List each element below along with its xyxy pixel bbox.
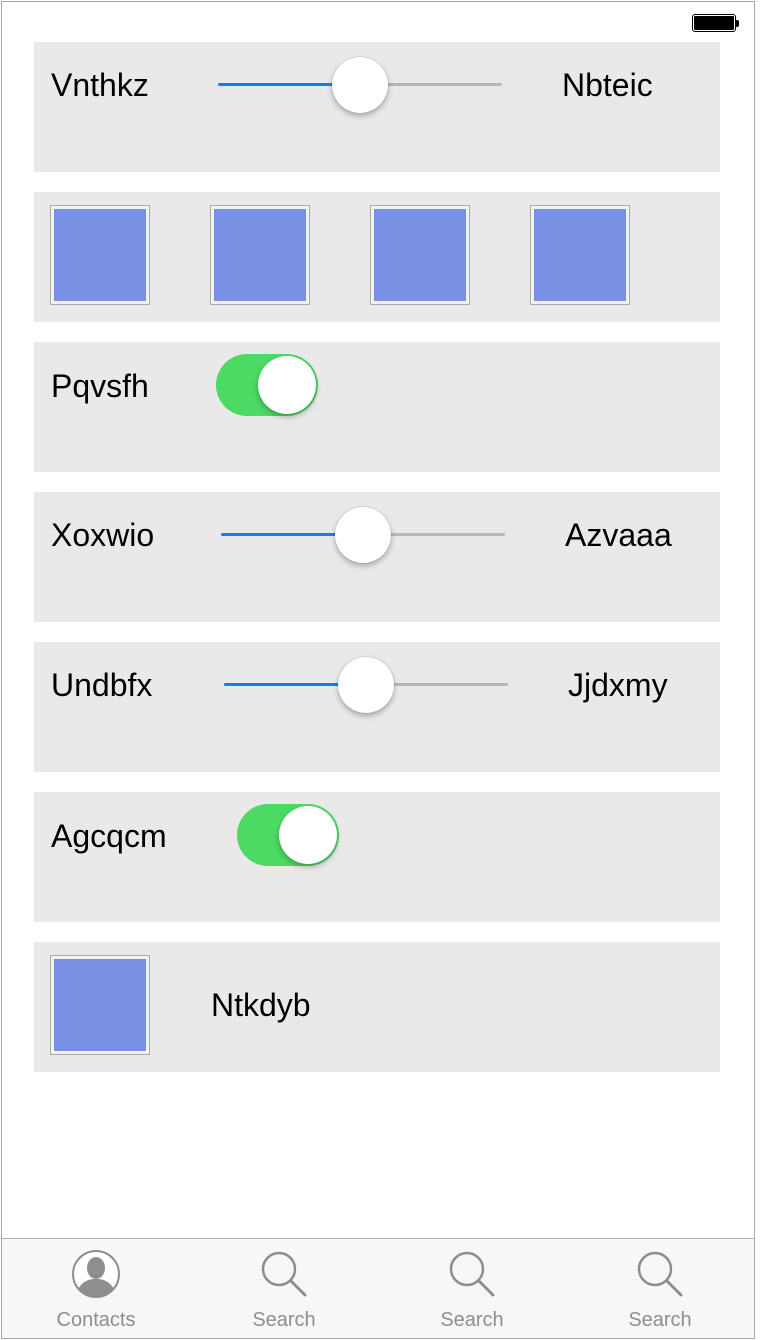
- slider-thumb[interactable]: [338, 657, 394, 713]
- image-label: Ntkdyb: [211, 987, 311, 1023]
- slider-left-label: Undbfx: [51, 667, 153, 703]
- toggle-row-pqvsfh: Pqvsfh: [34, 342, 720, 472]
- slider-vnthkz[interactable]: [218, 57, 502, 113]
- toggle-row-agcqcm: Agcqcm: [34, 792, 720, 922]
- slider-thumb[interactable]: [335, 507, 391, 563]
- toggle-label: Pqvsfh: [51, 368, 149, 404]
- image-label-row-ntkdyb: Ntkdyb: [34, 942, 720, 1072]
- contacts-icon: [72, 1250, 120, 1298]
- search-icon: [261, 1251, 307, 1297]
- slider-row-xoxwio: Xoxwio Azvaaa: [34, 492, 720, 622]
- tab-search-1[interactable]: Search: [190, 1239, 378, 1338]
- slider-thumb[interactable]: [332, 57, 388, 113]
- slider-right-label: Nbteic: [562, 67, 653, 103]
- tab-label: Contacts: [56, 1309, 136, 1331]
- image-placeholder-4[interactable]: [530, 205, 630, 305]
- slider-undbfx[interactable]: [224, 657, 508, 713]
- tab-label: Search: [440, 1309, 504, 1331]
- search-icon: [449, 1251, 495, 1297]
- tab-label: Search: [252, 1309, 316, 1331]
- toggle-switch-agcqcm[interactable]: [237, 804, 339, 866]
- tab-label: Search: [628, 1309, 692, 1331]
- image-placeholder-3[interactable]: [370, 205, 470, 305]
- slider-xoxwio[interactable]: [221, 507, 505, 563]
- tab-bar: Contacts Search Search Search: [2, 1238, 754, 1338]
- slider-left-label: Xoxwio: [51, 517, 155, 553]
- slider-left-label: Vnthkz: [51, 67, 149, 103]
- slider-row-undbfx: Undbfx Jjdxmy: [34, 642, 720, 772]
- tab-search-3[interactable]: Search: [566, 1239, 754, 1338]
- app-screen: Vnthkz Nbteic Pqvsfh Xoxwio Azvaaa Undbf…: [1, 1, 755, 1339]
- toggle-knob: [258, 356, 316, 414]
- battery-icon: [692, 14, 739, 32]
- slider-right-label: Azvaaa: [565, 517, 672, 553]
- slider-row-vnthkz: Vnthkz Nbteic: [34, 42, 720, 172]
- image-placeholder-5[interactable]: [50, 955, 150, 1055]
- toggle-label: Agcqcm: [51, 818, 167, 854]
- image-placeholder-1[interactable]: [50, 205, 150, 305]
- image-placeholder-2[interactable]: [210, 205, 310, 305]
- tab-contacts[interactable]: Contacts: [2, 1239, 190, 1338]
- image-grid-row: [34, 192, 720, 322]
- search-icon: [637, 1251, 683, 1297]
- toggle-switch-pqvsfh[interactable]: [216, 354, 318, 416]
- slider-right-label: Jjdxmy: [568, 667, 668, 703]
- tab-search-2[interactable]: Search: [378, 1239, 566, 1338]
- toggle-knob: [279, 806, 337, 864]
